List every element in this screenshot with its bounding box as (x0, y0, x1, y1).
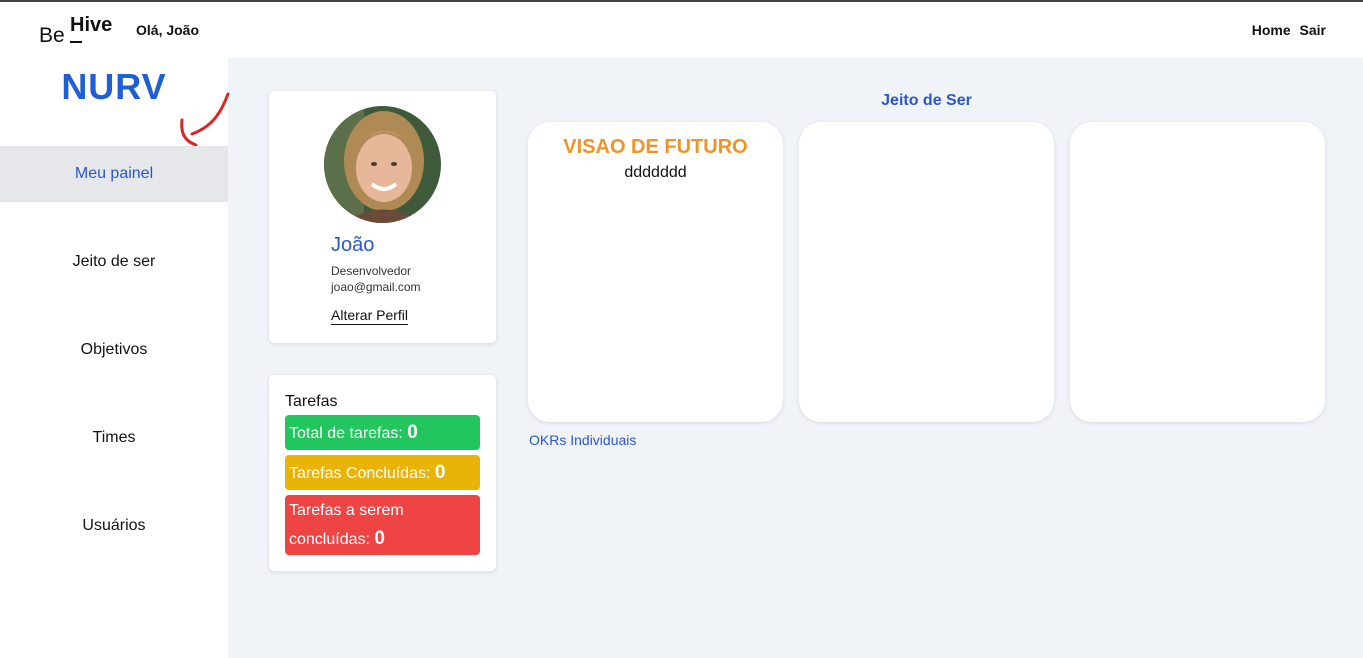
task-pending-label-line2: concluídas: (289, 531, 370, 548)
task-pending-badge: Tarefas a serem concluídas: 0 (285, 495, 480, 555)
sidebar: NURV Meu painel Jeito de ser Objetivos T… (0, 58, 230, 658)
logo-dash (70, 41, 82, 43)
edit-profile-link[interactable]: Alterar Perfil (331, 307, 409, 325)
profile-card: João Desenvolvedor joao@gmail.com Altera… (269, 91, 496, 343)
sidebar-item-times[interactable]: Times (0, 410, 228, 466)
jeito-de-ser-title: Jeito de Ser (881, 92, 972, 109)
sidebar-item-jeito-de-ser[interactable]: Jeito de ser (0, 234, 228, 290)
vision-card-title: VISAO DE FUTURO (563, 136, 748, 158)
tasks-title: Tarefas (285, 393, 338, 410)
task-total-value: 0 (407, 422, 418, 443)
sidebar-item-usuarios[interactable]: Usuários (0, 498, 228, 554)
header-nav: Home Sair (1247, 22, 1326, 38)
task-total-badge: Total de tarefas: 0 (285, 415, 480, 450)
task-pending-label-line1: Tarefas a serem (289, 502, 404, 519)
profile-email: joao@gmail.com (331, 280, 421, 294)
okrs-individuais-link[interactable]: OKRs Individuais (529, 432, 636, 448)
jeito-card-2[interactable] (799, 122, 1054, 422)
tasks-card: Tarefas Total de tarefas: 0 Tarefas Conc… (269, 375, 496, 571)
red-annotation-arrow-icon (180, 92, 230, 147)
sidebar-item-meu-painel[interactable]: Meu painel (0, 146, 228, 202)
profile-role: Desenvolvedor (331, 264, 412, 278)
user-greeting: Olá, João (136, 22, 200, 38)
task-done-badge: Tarefas Concluídas: 0 (285, 455, 480, 490)
task-total-label: Total de tarefas: (289, 425, 403, 442)
avatar (324, 106, 441, 223)
jeito-card-3[interactable] (1070, 122, 1325, 422)
profile-name: João (331, 234, 375, 256)
task-done-value: 0 (434, 462, 446, 483)
sidebar-item-objetivos[interactable]: Objetivos (0, 322, 228, 378)
logout-link[interactable]: Sair (1300, 22, 1326, 38)
top-header: Be Hive Olá, João Home Sair (0, 2, 1363, 58)
task-done-label: Tarefas Concluídas: (289, 465, 431, 482)
task-pending-value: 0 (374, 528, 385, 549)
behive-logo[interactable]: Be Hive (39, 14, 129, 48)
vision-card[interactable]: VISAO DE FUTURO ddddddd (528, 122, 783, 422)
vision-card-text: ddddddd (624, 164, 687, 181)
logo-hive-text: Hive (70, 14, 113, 36)
logo-be-text: Be (39, 24, 65, 47)
home-link[interactable]: Home (1252, 22, 1291, 38)
